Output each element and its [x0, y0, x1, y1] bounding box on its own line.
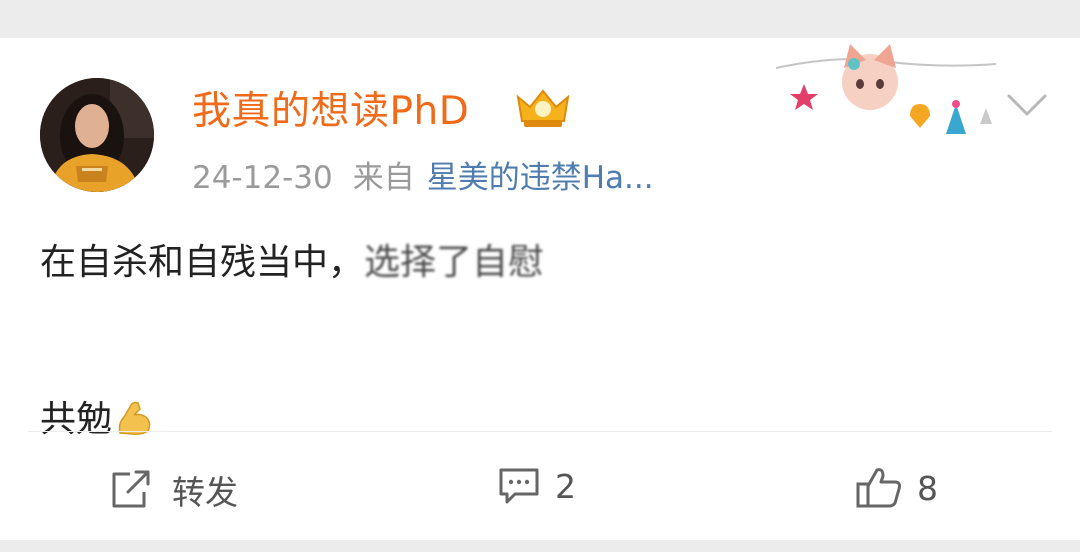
comment-icon: [499, 468, 539, 504]
post-text-clear: 在自杀和自残当中，: [40, 242, 365, 283]
party-decoration-icon: [775, 44, 997, 134]
post-text-line-1: 在自杀和自残当中，选择了自慰: [40, 233, 544, 285]
repost-button[interactable]: 转发: [108, 466, 238, 514]
thumbs-up-icon: [856, 468, 901, 508]
bottom-separator: [0, 540, 1080, 552]
post-card: 我真的想读PhD 24-12-30 来自 星美的违禁Ha... 在自杀和自残当中，选…: [0, 38, 1080, 540]
source-prefix: 来自: [352, 160, 415, 196]
repost-icon: [112, 470, 150, 508]
username[interactable]: 我真的想读PhD: [192, 80, 469, 136]
like-count: 8: [917, 468, 938, 508]
comment-count: 2: [555, 466, 576, 506]
post-meta: 24-12-30 来自 星美的违禁Ha...: [192, 152, 654, 197]
post-text-line-2: 共勉: [40, 390, 154, 442]
repost-label: 转发: [172, 473, 238, 512]
source-device-link[interactable]: 星美的违禁Ha...: [427, 160, 654, 196]
post-text-blurred: 选择了自慰: [364, 242, 545, 283]
like-button[interactable]: 8: [855, 466, 938, 510]
comment-button[interactable]: 2: [497, 466, 576, 506]
top-separator: [0, 0, 1080, 38]
action-divider: [28, 431, 1052, 432]
post-text-sign-off: 共勉: [40, 399, 113, 440]
avatar[interactable]: [40, 78, 154, 192]
chevron-down-icon[interactable]: [1005, 92, 1049, 120]
muscle-emoji-icon: [118, 401, 151, 435]
post-date: 24-12-30: [192, 160, 333, 196]
crown-badge-icon: [516, 89, 570, 127]
